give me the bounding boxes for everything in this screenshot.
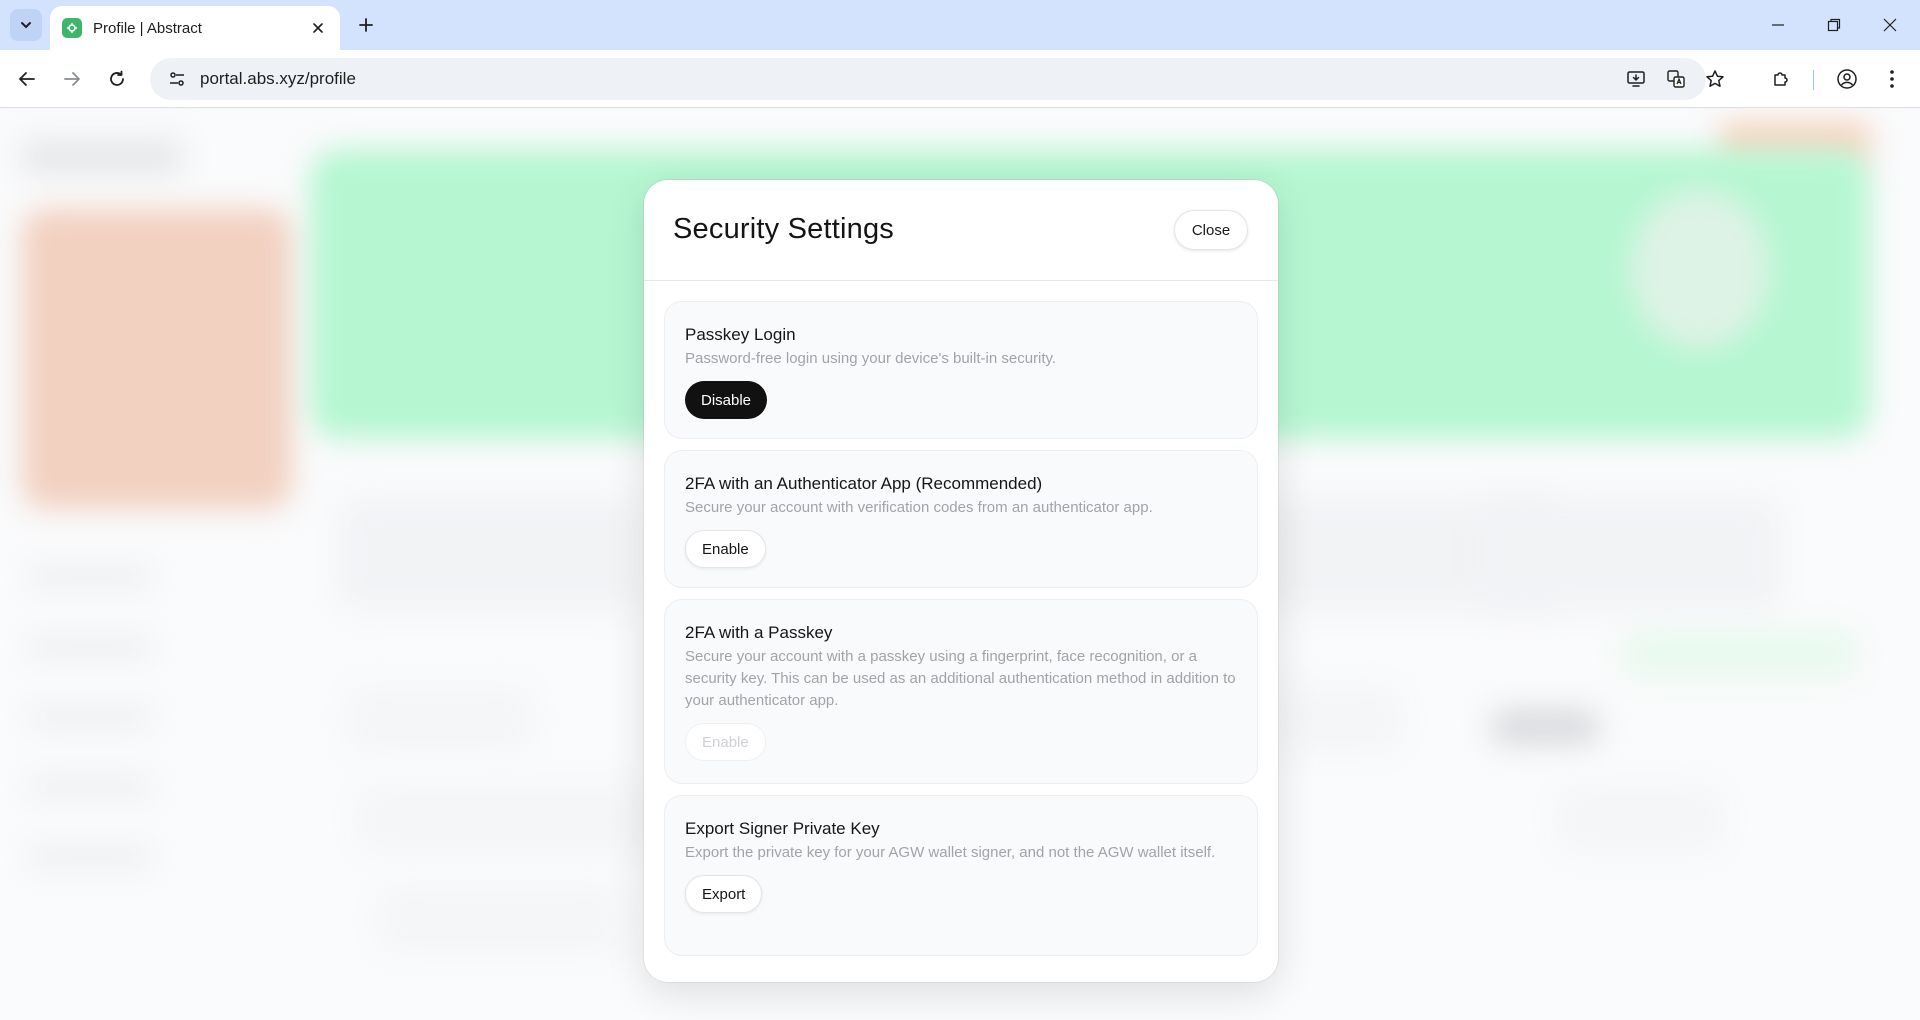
- close-icon: [1883, 18, 1897, 32]
- arrow-right-icon: [64, 72, 80, 86]
- bookmark-star-icon[interactable]: [1700, 64, 1730, 94]
- disable-passkey-login-button[interactable]: Disable: [685, 381, 768, 419]
- window-close-button[interactable]: [1862, 0, 1918, 50]
- new-tab-button[interactable]: [352, 11, 380, 39]
- reload-icon: [110, 70, 124, 86]
- authenticator-app-2fa-card: 2FA with an Authenticator App (Recommend…: [664, 450, 1258, 588]
- card-description: Secure your account with a passkey using…: [685, 648, 1236, 709]
- card-title: Export Signer Private Key: [685, 819, 880, 838]
- restore-icon: [1827, 18, 1841, 32]
- translate-icon[interactable]: [1661, 64, 1691, 94]
- passkey-2fa-card: 2FA with a Passkey Secure your account w…: [664, 599, 1258, 784]
- forward-button[interactable]: [54, 61, 90, 97]
- window-minimize-button[interactable]: [1750, 0, 1806, 50]
- account-icon: [1837, 69, 1857, 89]
- security-settings-modal: Security Settings Close Passkey Login Pa…: [644, 180, 1278, 982]
- browser-tab-strip: Profile | Abstract: [0, 0, 1920, 50]
- export-private-key-card: Export Signer Private Key Export the pri…: [664, 795, 1258, 956]
- browser-menu-button[interactable]: [1874, 61, 1910, 97]
- card-title: 2FA with a Passkey: [685, 623, 833, 642]
- enable-authenticator-2fa-button[interactable]: Enable: [685, 530, 766, 568]
- arrow-left-icon: [19, 72, 35, 86]
- tab-close-icon[interactable]: [308, 18, 328, 38]
- minimize-icon: [1772, 24, 1784, 26]
- enable-passkey-2fa-button[interactable]: Enable: [685, 723, 766, 761]
- chevron-down-icon: [21, 22, 31, 29]
- site-info-icon[interactable]: [164, 66, 190, 92]
- abstract-favicon-icon: [62, 18, 82, 38]
- modal-title: Security Settings: [673, 213, 894, 245]
- address-bar[interactable]: portal.abs.xyz/profile: [150, 58, 1724, 100]
- toolbar-separator: [1813, 70, 1814, 90]
- more-vertical-icon: [1890, 70, 1894, 88]
- passkey-login-card: Passkey Login Password-free login using …: [664, 301, 1258, 439]
- close-button[interactable]: Close: [1174, 210, 1248, 250]
- plus-icon: [359, 18, 373, 32]
- url-text: portal.abs.xyz/profile: [200, 69, 356, 88]
- card-title: Passkey Login: [685, 325, 796, 344]
- card-description: Secure your account with verification co…: [685, 499, 1153, 516]
- export-private-key-button[interactable]: Export: [685, 875, 763, 913]
- extensions-button[interactable]: [1763, 61, 1799, 97]
- window-restore-button[interactable]: [1806, 0, 1862, 50]
- install-app-icon[interactable]: [1621, 64, 1651, 94]
- card-description: Export the private key for your AGW wall…: [685, 844, 1216, 861]
- security-options-list: Passkey Login Password-free login using …: [664, 301, 1258, 967]
- tab-search-button[interactable]: [10, 9, 42, 41]
- back-button[interactable]: [9, 61, 45, 97]
- modal-header: Security Settings Close: [644, 180, 1278, 281]
- browser-toolbar: portal.abs.xyz/profile: [0, 50, 1920, 108]
- puzzle-icon: [1774, 72, 1788, 86]
- reload-button[interactable]: [99, 61, 135, 97]
- card-title: 2FA with an Authenticator App (Recommend…: [685, 474, 1043, 493]
- active-tab[interactable]: Profile | Abstract: [50, 6, 340, 50]
- profile-button[interactable]: [1829, 61, 1865, 97]
- tab-title: Profile | Abstract: [93, 19, 202, 37]
- card-description: Password-free login using your device's …: [685, 350, 1057, 367]
